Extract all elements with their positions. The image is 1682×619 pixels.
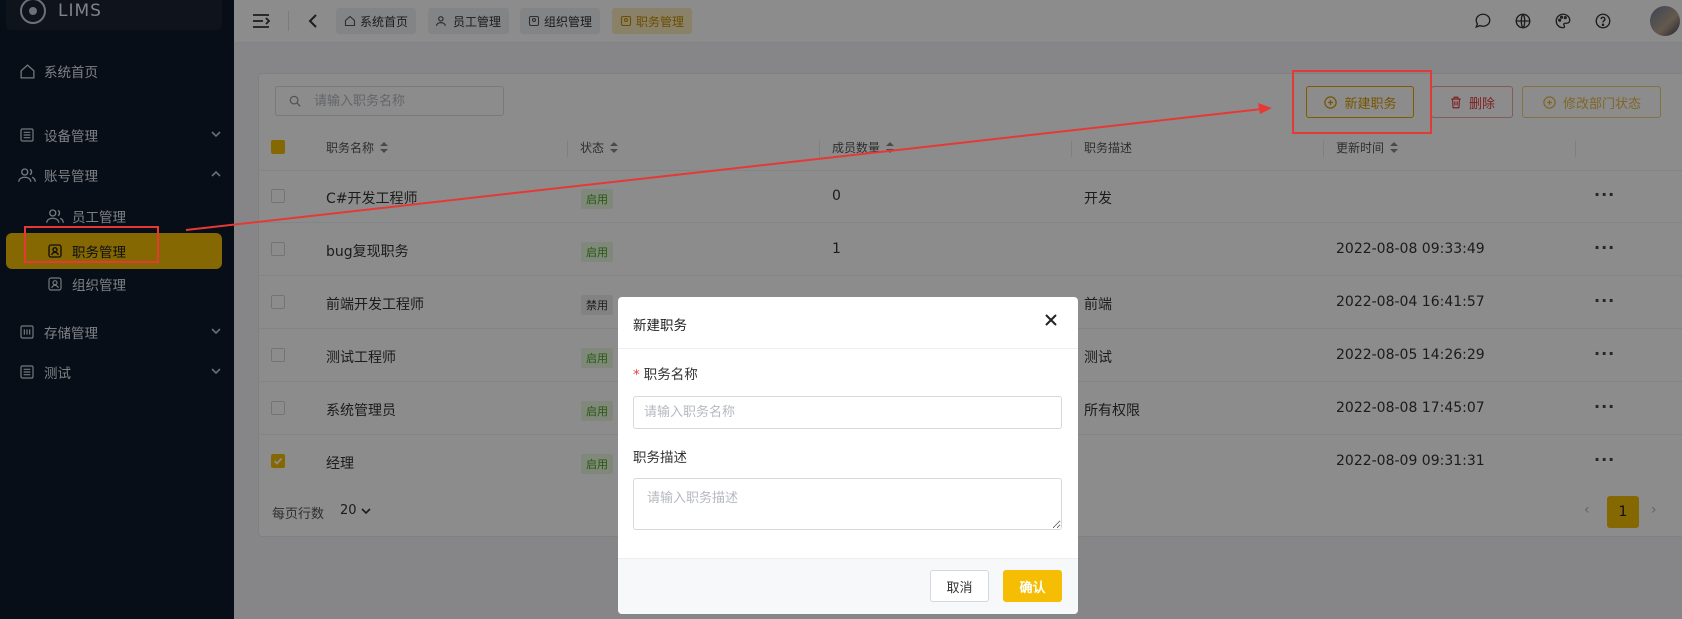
new-position-dialog: 新建职务 *职务名称 职务描述 取消 确认 <box>618 297 1078 614</box>
dialog-title: 新建职务 <box>633 318 687 334</box>
position-description-input[interactable] <box>633 478 1062 530</box>
description-field-label: 职务描述 <box>633 450 687 466</box>
close-icon[interactable] <box>1044 313 1058 327</box>
annotation-box-sidebar <box>24 226 159 263</box>
name-field-label: * 职务名称 <box>633 363 698 383</box>
cancel-button[interactable]: 取消 <box>930 570 989 602</box>
label-text: 职务名称 <box>643 367 698 383</box>
required-mark: * <box>633 367 640 383</box>
confirm-button[interactable]: 确认 <box>1003 570 1062 602</box>
position-name-input[interactable] <box>633 396 1062 429</box>
dialog-footer: 取消 确认 <box>618 558 1078 614</box>
divider <box>618 348 1078 349</box>
annotation-box-new-button <box>1292 70 1432 134</box>
